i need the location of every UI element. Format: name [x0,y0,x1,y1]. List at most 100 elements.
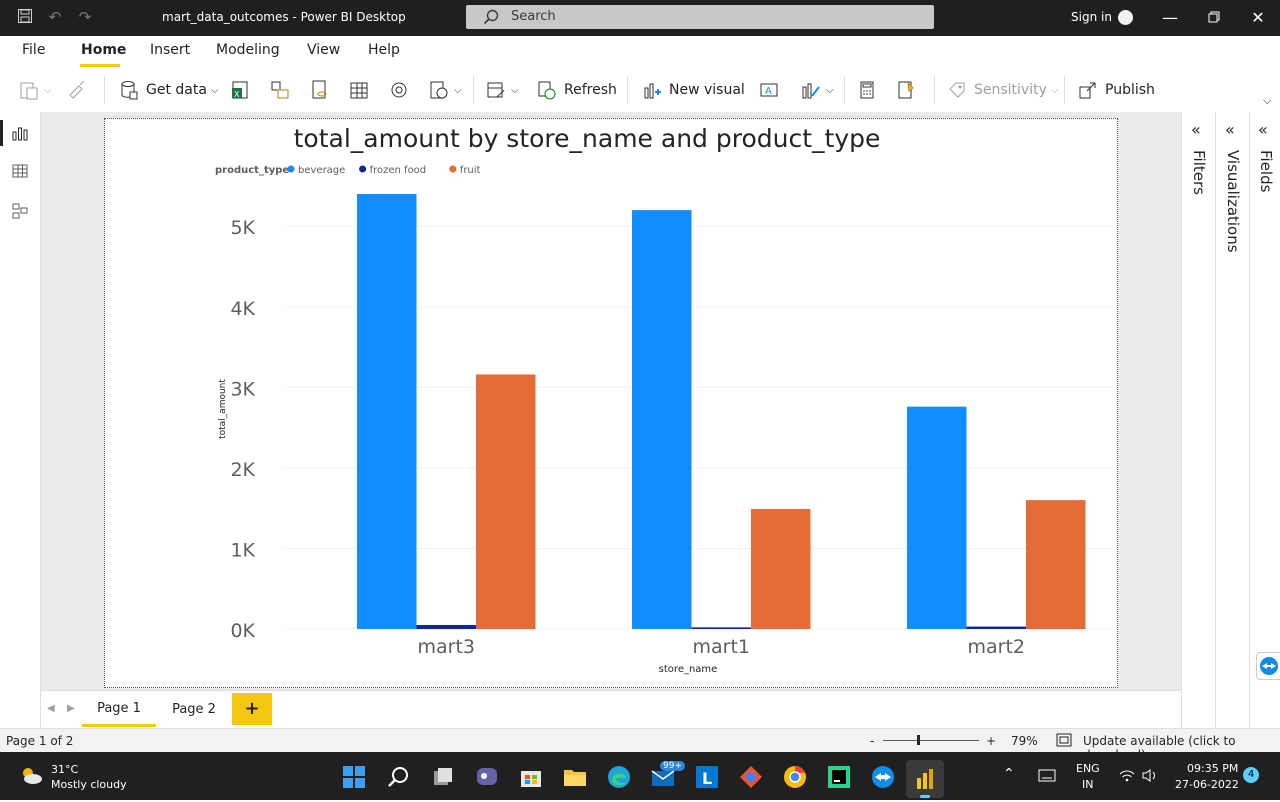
legend-marker-0 [287,165,295,173]
task-view-icon[interactable] [430,764,456,790]
tab-page-1[interactable]: Page 1 [82,693,156,727]
zoom-out-button[interactable]: - [870,734,874,748]
bar-mart1-fruit [751,508,811,629]
new-measure-button[interactable] [856,78,878,102]
save-icon[interactable] [16,8,34,26]
report-view-icon[interactable] [11,124,29,142]
close-button[interactable]: ✕ [1248,8,1268,28]
refresh-button[interactable]: Refresh [536,78,617,102]
table-icon [350,82,368,99]
dataverse-button[interactable] [388,78,410,102]
teamviewer-icon[interactable] [870,764,896,790]
search-input[interactable]: Search [466,5,934,29]
language-bottom[interactable]: IN [1082,778,1093,791]
more-visuals-button[interactable]: ⌵ [800,78,834,102]
tab-page-2[interactable]: Page 2 [157,693,231,727]
chart-svg: total_amount by store_name and product_t… [215,124,1110,675]
add-page-button[interactable]: + [232,693,272,725]
wifi-icon[interactable] [1119,769,1135,783]
teams-chat-icon[interactable] [474,764,500,790]
store-icon[interactable] [518,764,544,790]
recent-sources-button[interactable]: ⌵ [428,78,462,102]
fields-pane[interactable]: « Fields [1249,112,1280,730]
get-data-button[interactable]: Get data ⌵ [118,78,219,102]
excel-workbook-button[interactable]: X [230,78,252,102]
recent-sources-icon [430,81,448,99]
keyboard-icon[interactable] [1038,769,1056,782]
sign-in-link[interactable]: Sign in [1071,10,1112,24]
file-explorer-icon[interactable] [562,764,588,790]
paste-button[interactable]: ⌵ [18,78,52,102]
restore-button[interactable] [1204,8,1224,28]
mail-badge: 99+ [660,761,685,771]
expand-fields-icon[interactable]: « [1258,120,1268,139]
menu-file[interactable]: File [22,42,45,58]
window-title: mart_data_outcomes - Power BI Desktop [162,10,406,24]
data-view-icon[interactable] [11,162,29,180]
next-page-icon[interactable]: ▶ [67,703,75,714]
taskbar-search-icon[interactable] [386,764,412,790]
volume-icon[interactable] [1141,768,1159,783]
avatar[interactable] [1118,10,1133,25]
filters-pane[interactable]: « Filters [1182,112,1216,730]
teamviewer-side-icon[interactable] [1256,652,1280,680]
minimize-button[interactable]: — [1160,8,1180,28]
menu-home[interactable]: Home [81,42,126,58]
expand-visualizations-icon[interactable]: « [1225,120,1235,139]
publish-button[interactable]: Publish [1077,78,1155,102]
svg-text:A: A [765,86,772,97]
legend-marker-1 [359,165,367,173]
menu-insert[interactable]: Insert [150,42,190,58]
active-tab-indicator [80,64,120,67]
y-tick-label-3: 3K [230,378,255,400]
clustered-column-chart[interactable]: total_amount by store_name and product_t… [104,118,1118,688]
menu-bar: File Home Insert Modeling View Help [0,36,1280,67]
y-tick-label-0: 0K [230,620,255,642]
collapse-ribbon-icon[interactable]: ⌵ [1263,94,1271,108]
powerbi-taskbar-button[interactable] [906,760,944,798]
sensitivity-button[interactable]: Sensitivity ⌵ [946,78,1058,102]
redo-icon[interactable]: ↷ [76,8,94,26]
prev-page-icon[interactable]: ◀ [47,703,55,714]
database-icon [121,81,138,100]
app-l-icon[interactable]: L [694,764,720,790]
enter-data-button[interactable] [348,78,370,102]
git-client-icon[interactable] [738,764,764,790]
pycharm-icon[interactable] [826,764,852,790]
search-placeholder: Search [511,9,556,24]
undo-icon[interactable]: ↶ [46,8,64,26]
format-painter-button[interactable] [66,78,88,102]
transform-data-button[interactable]: ⌵ [485,78,519,102]
quick-measure-button[interactable] [895,78,917,102]
clock-time[interactable]: 09:35 PM [1187,762,1238,775]
edge-icon[interactable] [606,764,632,790]
expand-filters-icon[interactable]: « [1191,120,1201,139]
bar-mart2-frozen-food [966,626,1026,629]
model-view-icon[interactable] [11,202,29,220]
zoom-slider-thumb[interactable] [917,735,920,745]
new-visual-button[interactable]: New visual [641,78,745,102]
fit-to-page-icon[interactable] [1056,733,1072,747]
zoom-in-button[interactable]: + [986,734,996,748]
start-icon[interactable] [341,764,367,790]
menu-view[interactable]: View [307,42,340,58]
zoom-slider[interactable] [883,740,979,741]
bar-mart3-frozen-food [416,624,476,629]
menu-modeling[interactable]: Modeling [216,42,280,58]
language-top[interactable]: ENG [1076,762,1100,775]
more-visuals-icon [802,83,820,99]
weather-icon[interactable] [18,764,44,786]
page-info: Page 1 of 2 [6,734,74,748]
data-hub-button[interactable] [269,78,291,102]
bar-mart3-beverage [357,194,417,629]
publish-icon [1079,82,1096,99]
chrome-icon[interactable] [782,764,808,790]
show-hidden-icons-icon[interactable]: ⌃ [1003,766,1015,782]
text-box-button[interactable]: A [758,78,780,102]
notification-badge[interactable]: 4 [1243,767,1259,783]
clock-date[interactable]: 27-06-2022 [1175,778,1239,791]
sql-server-button[interactable] [309,78,331,102]
bar-mart1-frozen-food [691,627,751,629]
menu-help[interactable]: Help [368,42,400,58]
visualizations-pane[interactable]: « Visualizations [1216,112,1250,730]
